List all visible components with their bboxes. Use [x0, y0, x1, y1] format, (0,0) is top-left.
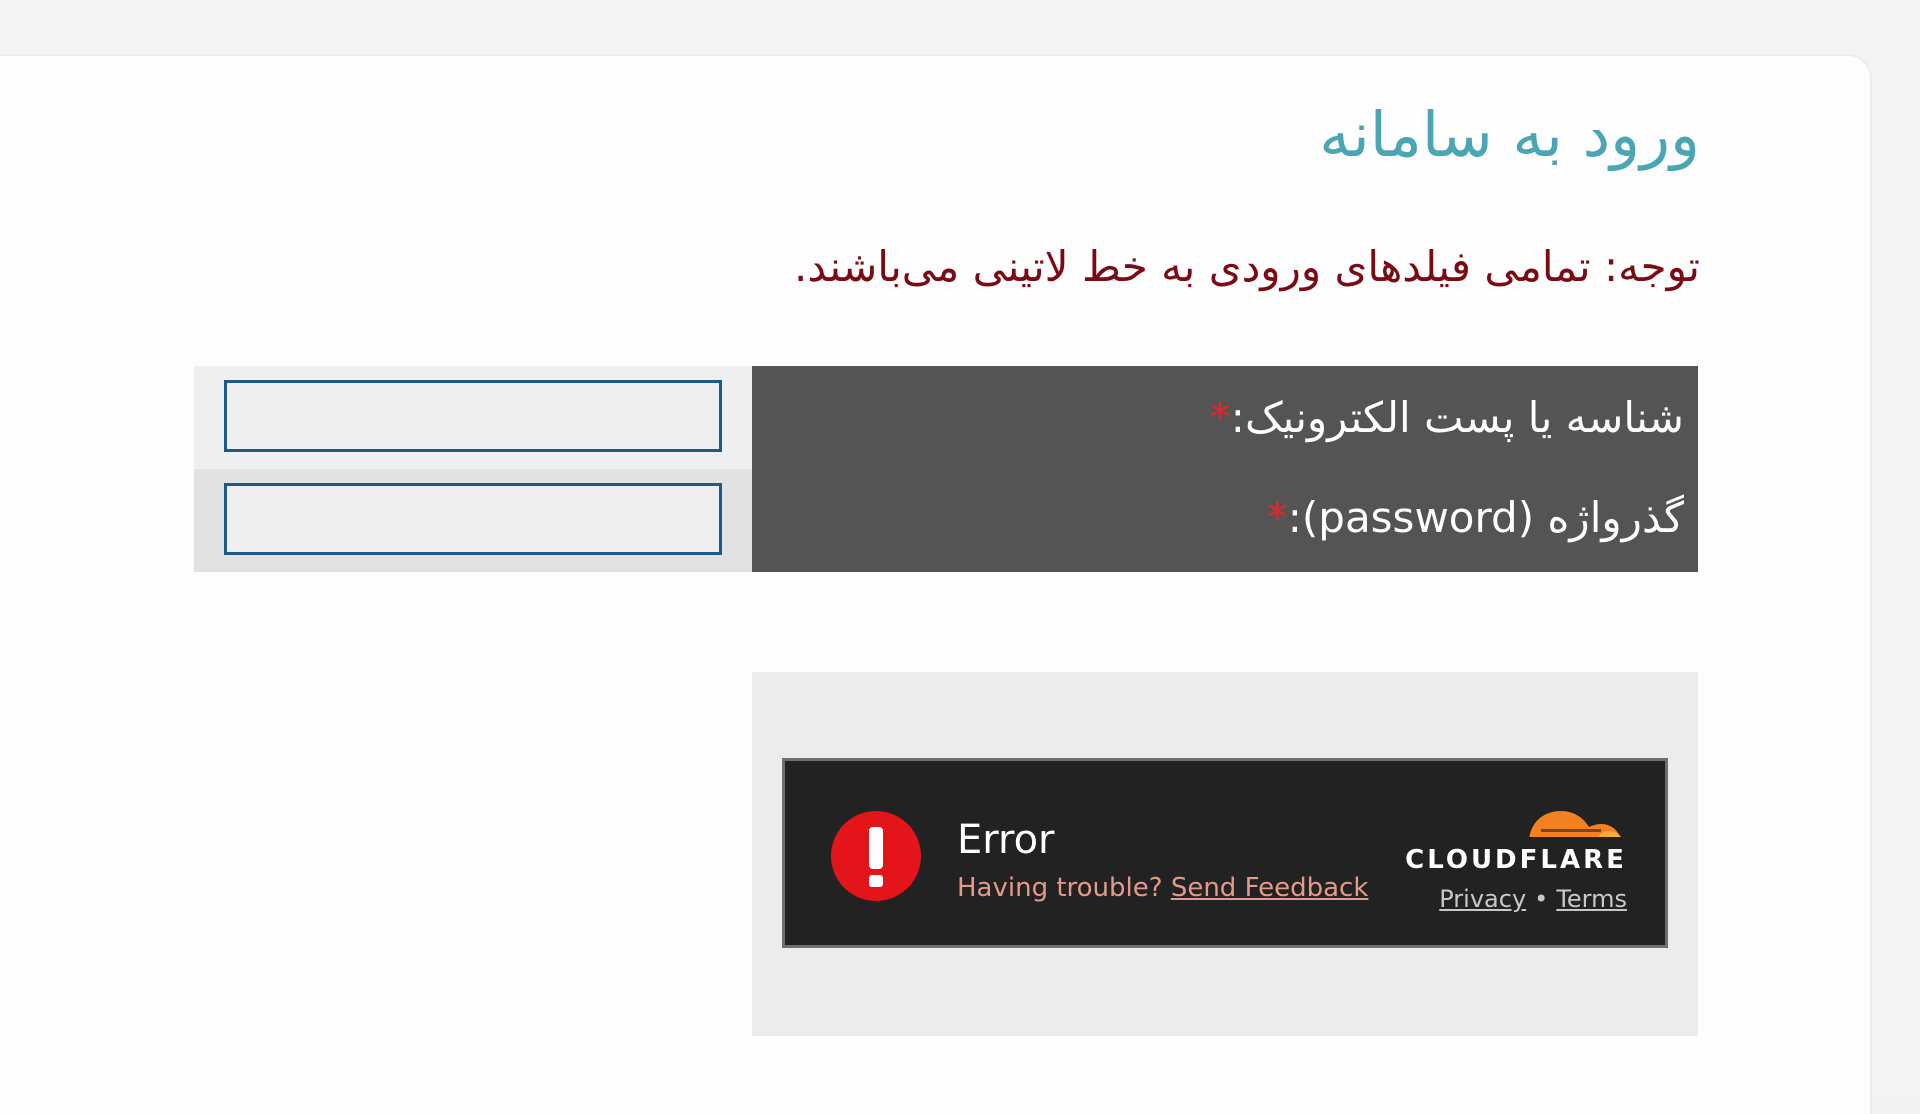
input-column [194, 366, 752, 572]
terms-link[interactable]: Terms [1556, 885, 1627, 913]
password-label-row: گذرواژه (password): * [764, 466, 1684, 569]
latin-input-notice: توجه: تمامی فیلدهای ورودی به خط لاتینی م… [794, 242, 1700, 291]
cloudflare-turnstile-widget[interactable]: Error Having trouble? Send Feedback CLOU… [782, 758, 1668, 948]
login-form: شناسه یا پست الکترونیک: * گذرواژه (passwo… [194, 366, 1698, 572]
username-cell [194, 366, 752, 469]
password-input[interactable] [224, 483, 722, 555]
required-marker: * [1266, 493, 1288, 542]
page-title: ورود به سامانه [1319, 98, 1700, 171]
error-icon [831, 811, 921, 901]
password-cell [194, 469, 752, 572]
username-label-row: شناسه یا پست الکترونیک: * [764, 366, 1684, 469]
error-title: Error [957, 817, 1055, 863]
privacy-link[interactable]: Privacy [1439, 885, 1526, 913]
error-help-text: Having trouble? Send Feedback [957, 873, 1368, 903]
cloudflare-wordmark: CLOUDFLARE [1405, 845, 1627, 875]
cloudflare-links: Privacy • Terms [1405, 885, 1627, 913]
password-label: گذرواژه (password): [1287, 493, 1684, 542]
required-marker: * [1209, 393, 1231, 442]
label-column: شناسه یا پست الکترونیک: * گذرواژه (passwo… [752, 366, 1698, 572]
link-separator: • [1534, 885, 1549, 913]
send-feedback-link[interactable]: Send Feedback [1171, 873, 1369, 903]
username-label: شناسه یا پست الکترونیک: [1230, 393, 1684, 442]
username-input[interactable] [224, 380, 722, 452]
trouble-text: Having trouble? [957, 873, 1163, 903]
captcha-container: Error Having trouble? Send Feedback CLOU… [752, 672, 1698, 1036]
